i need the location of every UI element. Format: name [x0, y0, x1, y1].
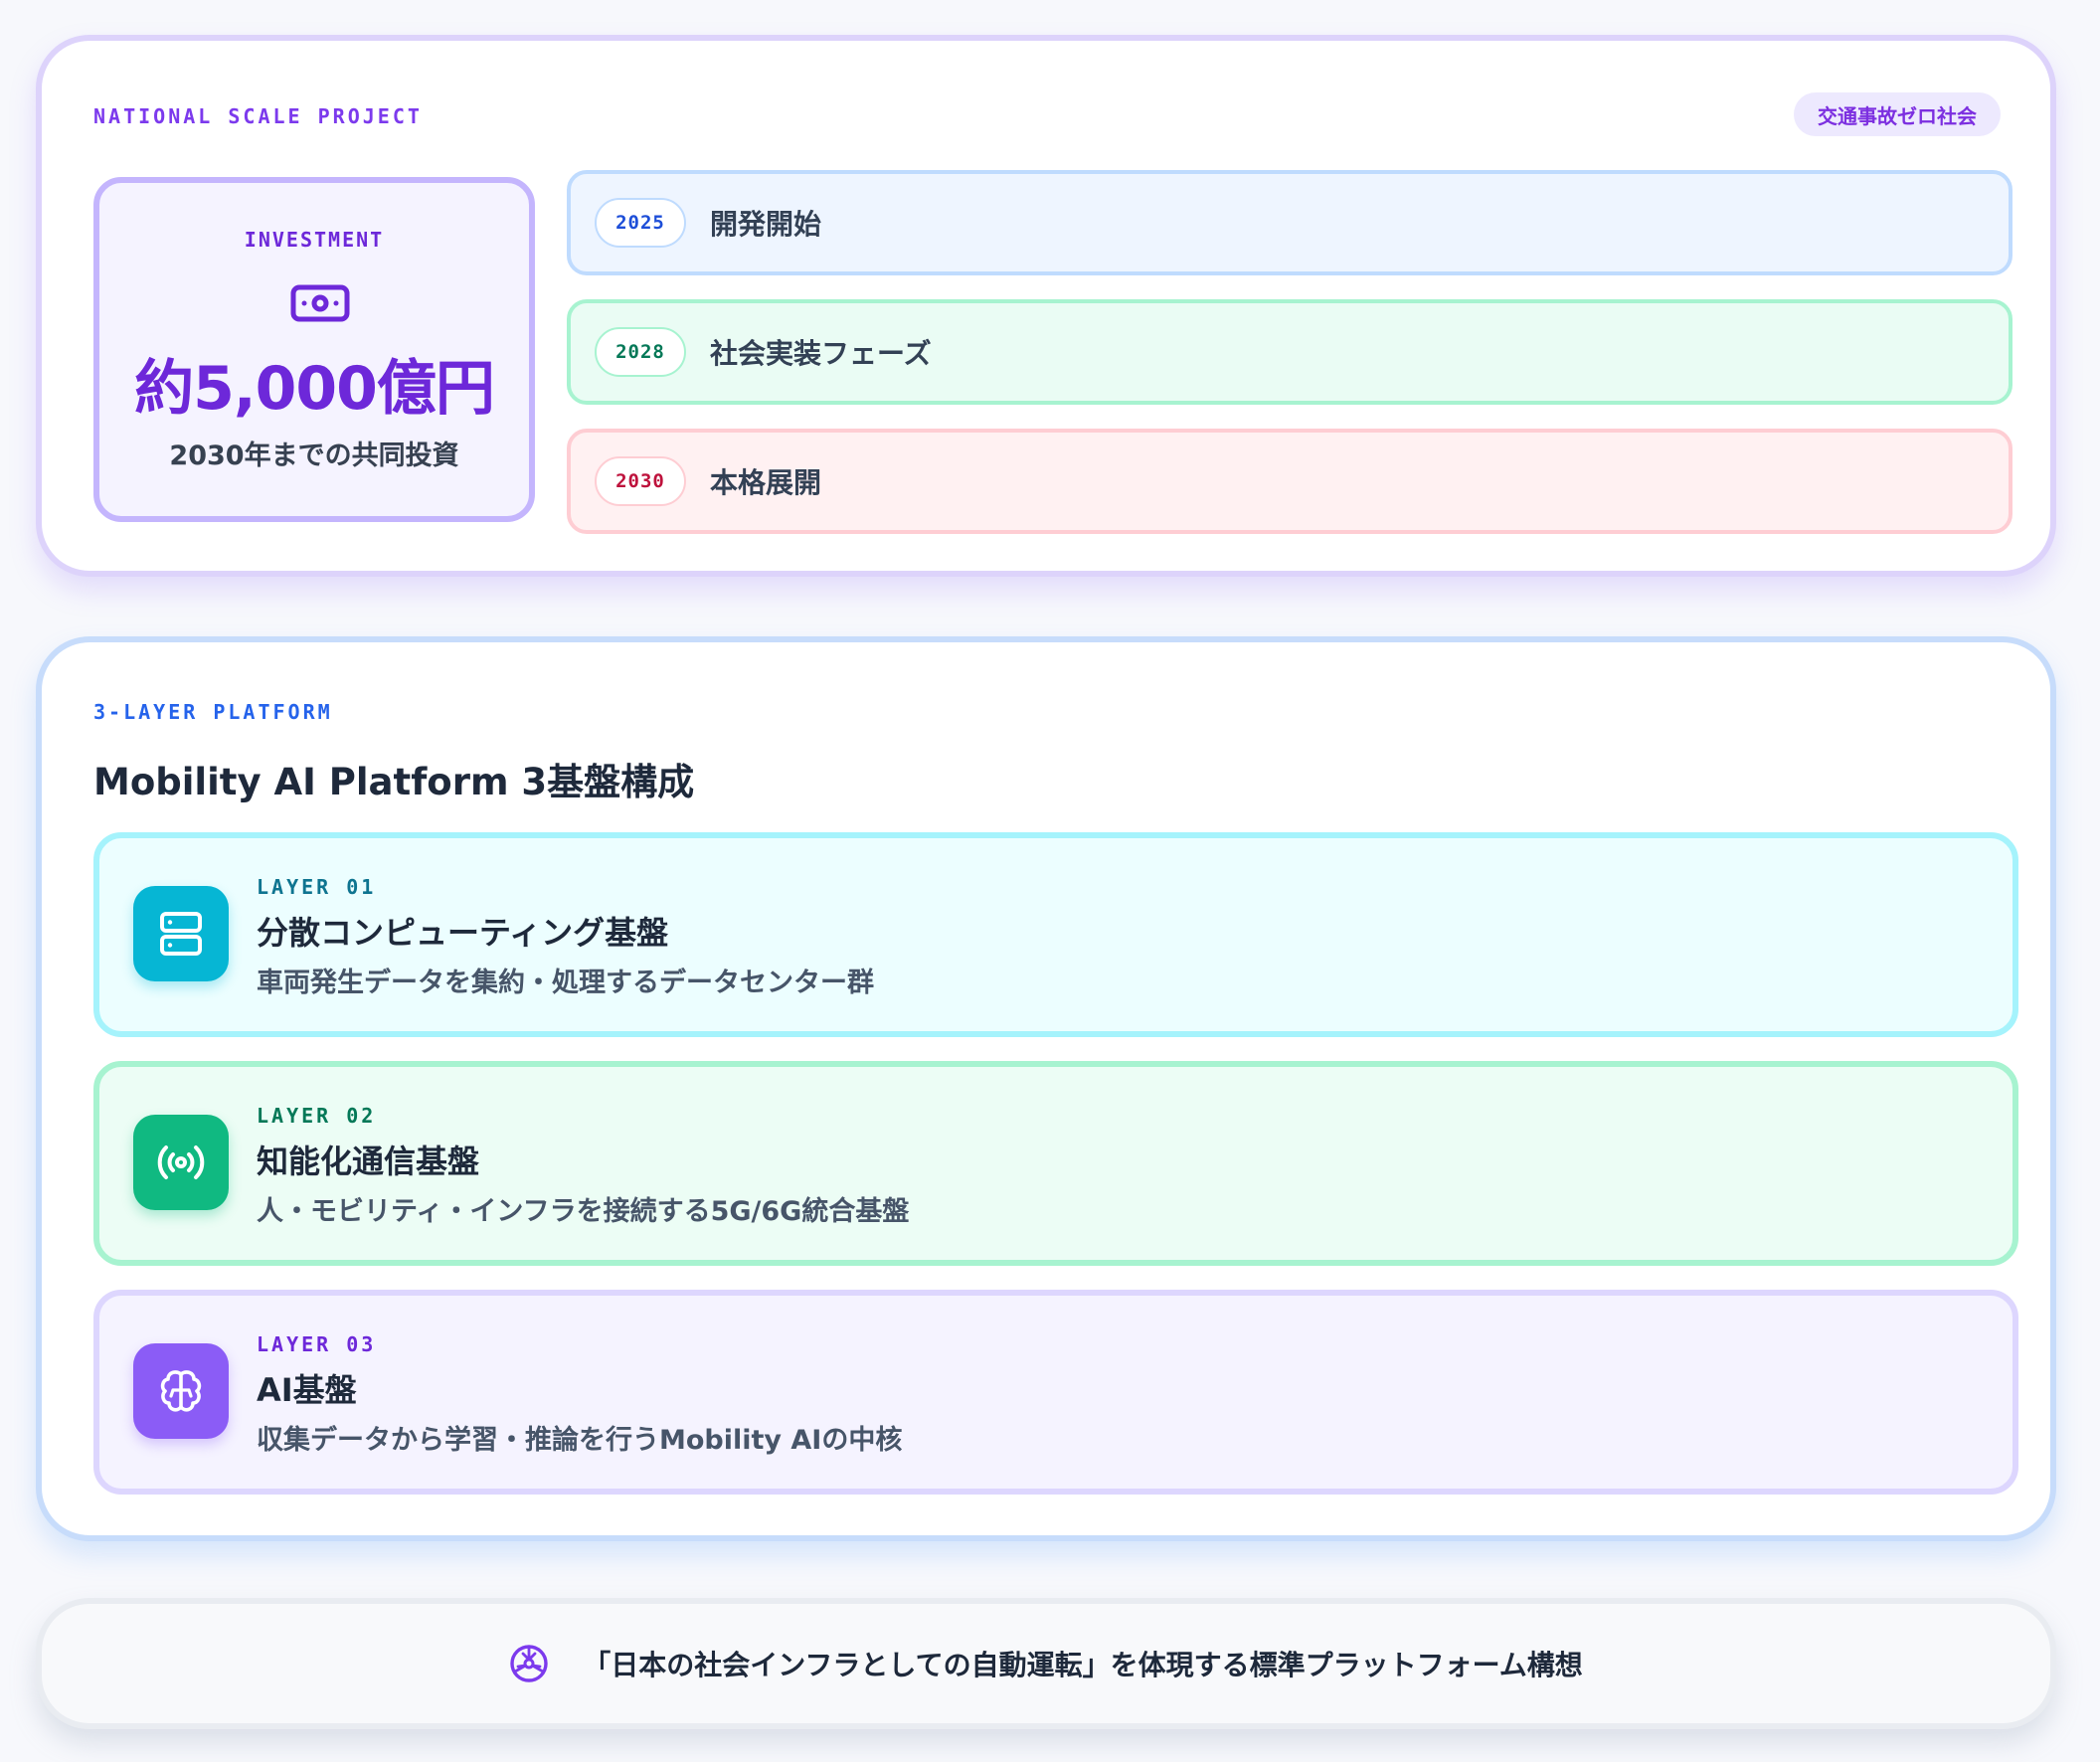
investment-box: INVESTMENT 約5,000億円 2030年までの共同投資	[93, 177, 535, 522]
milestone-year: 2030	[595, 456, 686, 506]
layer-title: AI基盤	[257, 1371, 357, 1409]
layer-description: 車両発生データを集約・処理するデータセンター群	[257, 968, 874, 998]
national-kicker: NATIONAL SCALE PROJECT	[93, 104, 423, 128]
platform-title: Mobility AI Platform 3基盤構成	[93, 761, 695, 803]
milestone-2030: 2030 本格展開	[567, 429, 2012, 534]
investment-kicker: INVESTMENT	[244, 228, 385, 252]
milestone-label: 社会実装フェーズ	[710, 337, 932, 370]
milestone-2025: 2025 開発開始	[567, 170, 2012, 275]
network-icon	[510, 1645, 548, 1682]
layer-description: 人・モビリティ・インフラを接続する5G/6G統合基盤	[257, 1196, 910, 1227]
layer-title: 分散コンピューティング基盤	[257, 914, 669, 952]
layer-kicker: LAYER 02	[257, 1104, 377, 1128]
layer-card-02: LAYER 02 知能化通信基盤 人・モビリティ・インフラを接続する5G/6G統…	[93, 1061, 2018, 1266]
layer-kicker: LAYER 03	[257, 1332, 377, 1356]
milestone-2028: 2028 社会実装フェーズ	[567, 299, 2012, 405]
server-icon	[133, 886, 229, 981]
footer-text: 「日本の社会インフラとしての自動運転」を体現する標準プラットフォーム構想	[583, 1649, 1583, 1681]
brain-icon	[133, 1343, 229, 1439]
platform-kicker: 3-LAYER PLATFORM	[93, 700, 333, 724]
broadcast-icon	[133, 1115, 229, 1210]
layer-description: 収集データから学習・推論を行うMobility AIの中核	[257, 1425, 903, 1456]
layer-title: 知能化通信基盤	[257, 1143, 480, 1180]
goal-badge: 交通事故ゼロ社会	[1794, 92, 2001, 136]
investment-amount: 約5,000億円	[134, 354, 495, 424]
milestone-label: 開発開始	[710, 208, 822, 241]
milestone-year: 2028	[595, 327, 686, 377]
investment-note: 2030年までの共同投資	[169, 440, 459, 471]
national-scale-card: NATIONAL SCALE PROJECT 交通事故ゼロ社会 INVESTME…	[36, 35, 2056, 577]
layer-kicker: LAYER 01	[257, 875, 377, 899]
milestone-year: 2025	[595, 198, 686, 248]
footer-banner: 「日本の社会インフラとしての自動運転」を体現する標準プラットフォーム構想	[36, 1598, 2056, 1729]
banknote-icon	[290, 284, 350, 322]
layer-card-03: LAYER 03 AI基盤 収集データから学習・推論を行うMobility AI…	[93, 1290, 2018, 1495]
platform-card: 3-LAYER PLATFORM Mobility AI Platform 3基…	[36, 636, 2056, 1541]
milestone-label: 本格展開	[710, 466, 822, 499]
layer-card-01: LAYER 01 分散コンピューティング基盤 車両発生データを集約・処理するデー…	[93, 832, 2018, 1037]
